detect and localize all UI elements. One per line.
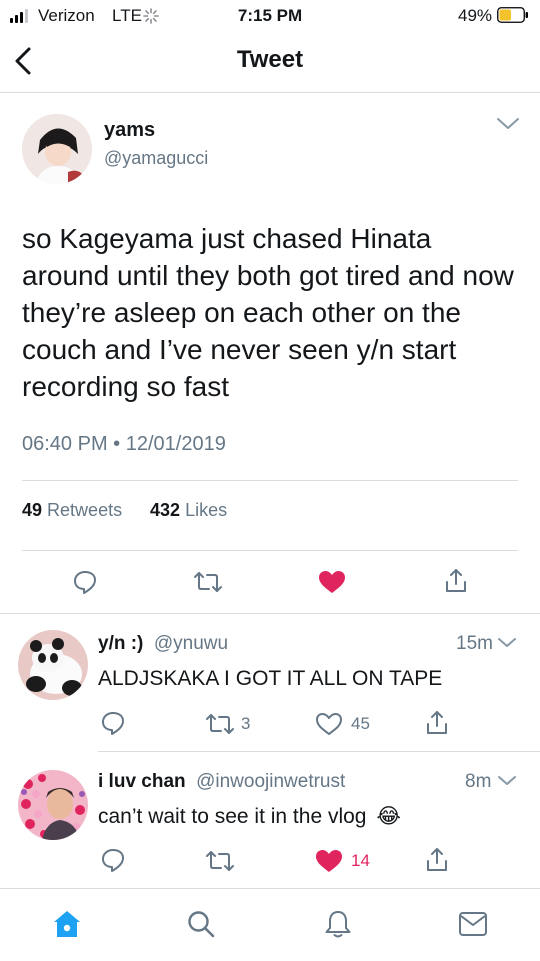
- reply-author-name[interactable]: i luv chan: [98, 771, 186, 792]
- reply-menu-button[interactable]: [497, 636, 517, 650]
- search-icon: [188, 911, 215, 938]
- likes-count: 432: [150, 500, 181, 520]
- divider: [0, 92, 540, 93]
- likes-label: Likes: [185, 500, 228, 520]
- retweets-label: Retweets: [47, 500, 123, 520]
- tweet-text: so Kageyama just chased Hinata around un…: [22, 223, 514, 402]
- author-handle[interactable]: @yamagucci: [104, 148, 208, 169]
- reply-author-handle[interactable]: @ynuwu: [154, 633, 228, 654]
- avatar[interactable]: [18, 770, 88, 840]
- retweet-button[interactable]: [193, 570, 223, 594]
- divider: [22, 480, 518, 481]
- bell-icon: [325, 911, 351, 938]
- reply-button[interactable]: [72, 569, 98, 595]
- like-button[interactable]: 45: [315, 712, 370, 736]
- chevron-down-icon: [498, 776, 516, 785]
- retweet-button[interactable]: [205, 849, 235, 873]
- like-button[interactable]: 14: [315, 849, 370, 873]
- reply-author-handle[interactable]: @inwoojinwetrust: [196, 771, 345, 792]
- share-button[interactable]: [444, 568, 468, 594]
- battery-percent: 49%: [458, 6, 493, 25]
- divider: [22, 550, 518, 551]
- author-name[interactable]: yams: [104, 119, 155, 142]
- divider: [98, 751, 540, 752]
- page-title: Tweet: [236, 46, 304, 73]
- tab-home[interactable]: [52, 909, 82, 939]
- avatar[interactable]: [22, 114, 92, 184]
- reply-button[interactable]: [100, 710, 126, 736]
- avatar[interactable]: [18, 630, 88, 700]
- tears-of-joy-emoji-icon: 😂: [376, 805, 401, 828]
- reply-icon: [102, 712, 124, 735]
- chevron-down-icon: [498, 638, 516, 647]
- mail-icon: [459, 912, 487, 936]
- reply-text: ALDJSKAKA I GOT IT ALL ON TAPE: [98, 667, 443, 690]
- heart-outline-icon: [316, 713, 342, 735]
- tweet-timestamp[interactable]: 06:40 PM • 12/01/2019: [22, 433, 226, 456]
- retweet-icon: [206, 714, 234, 734]
- retweets-stat[interactable]: 49 Retweets: [22, 500, 122, 521]
- retweet-count: 3: [241, 714, 251, 733]
- reply-author-name[interactable]: y/n :): [98, 633, 143, 654]
- heart-filled-icon: [316, 850, 342, 872]
- reply-menu-button[interactable]: [497, 774, 517, 788]
- share-icon: [427, 848, 447, 871]
- reply-text: can’t wait to see it in the vlog 😂: [98, 804, 401, 829]
- retweet-icon: [194, 572, 222, 592]
- share-button[interactable]: [425, 847, 449, 873]
- tweet-menu-button[interactable]: [496, 116, 520, 132]
- share-icon: [427, 711, 447, 734]
- avatar-image: [22, 114, 92, 184]
- avatar-image: [18, 770, 88, 840]
- divider: [0, 613, 540, 614]
- like-count: 14: [351, 851, 370, 870]
- reply-header: y/n :) @ynuwu: [98, 633, 228, 655]
- tab-search[interactable]: [186, 909, 216, 939]
- retweet-icon: [206, 851, 234, 871]
- likes-stat[interactable]: 432 Likes: [150, 500, 227, 521]
- battery-icon: [497, 7, 529, 23]
- tab-bar: [0, 888, 540, 961]
- tab-notifications[interactable]: [323, 909, 353, 939]
- tab-messages[interactable]: [458, 911, 488, 937]
- share-icon: [446, 569, 466, 592]
- share-button[interactable]: [425, 710, 449, 736]
- reply-text-content: can’t wait to see it in the vlog: [98, 805, 367, 828]
- like-button[interactable]: [318, 570, 346, 594]
- reply-time: 15m: [456, 633, 493, 654]
- reply-time: 8m: [465, 771, 492, 792]
- reply-button[interactable]: [100, 847, 126, 873]
- reply-icon: [74, 571, 96, 594]
- reply-icon: [102, 849, 124, 872]
- retweets-count: 49: [22, 500, 43, 520]
- heart-filled-icon: [319, 571, 345, 593]
- like-count: 45: [351, 714, 370, 733]
- chevron-down-icon: [497, 118, 519, 129]
- home-icon: [54, 911, 80, 937]
- avatar-image: [18, 630, 88, 700]
- reply-header: i luv chan @inwoojinwetrust: [98, 771, 345, 793]
- status-bar: Verizon LTE 7:15 PM 49%: [0, 0, 540, 32]
- retweet-button[interactable]: 3: [205, 712, 250, 736]
